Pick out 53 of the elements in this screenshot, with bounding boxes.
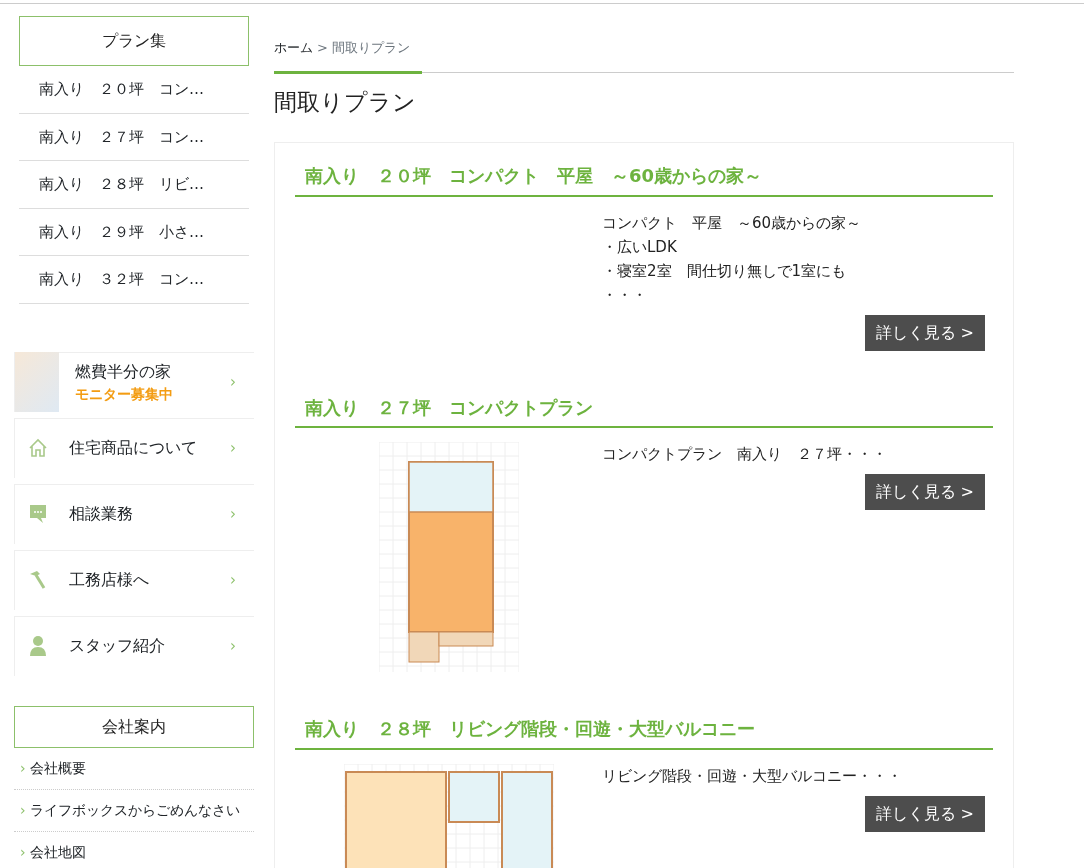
plan-link[interactable]: 南入り ２８坪 リビ… <box>19 161 249 209</box>
sidebar-banner[interactable]: スタッフ紹介 › <box>14 615 254 676</box>
chevron-icon: › <box>20 801 26 818</box>
plan-title: 南入り ２０坪 コンパクト 平屋 ～60歳からの家～ <box>295 159 993 197</box>
company-link[interactable]: › ライフボックスからごめんなさい <box>14 789 254 832</box>
chevron-icon: › <box>230 370 236 394</box>
plan-link[interactable]: 南入り ２７坪 コン… <box>19 113 249 161</box>
banner-title: 燃費半分の家 <box>75 360 172 383</box>
breadcrumb-link[interactable]: ホーム <box>274 40 313 55</box>
banner-title: 相談業務 <box>69 503 133 525</box>
plan-description: コンパクトプラン 南入り ２７坪・・・ <box>602 444 888 466</box>
plan-description: リビング階段・回遊・大型バルコニー・・・ <box>602 765 903 787</box>
details-button[interactable]: 詳しく見る > <box>864 314 985 351</box>
sidebar-banner[interactable]: 相談業務 › <box>14 483 254 544</box>
speech-bubble-icon <box>29 504 47 524</box>
house-icon <box>28 438 48 458</box>
chevron-icon: › <box>20 843 26 860</box>
plan-description: ・広いLDK <box>602 236 678 258</box>
chevron-icon: › <box>20 759 26 776</box>
plan-link[interactable]: 南入り ３２坪 コン… <box>19 256 249 304</box>
chevron-icon: › <box>230 436 236 460</box>
person-icon <box>29 635 47 657</box>
sidebar-banner[interactable]: 工務店様へ › <box>14 549 254 610</box>
link-text: ライフボックスからごめんなさい <box>29 801 240 818</box>
plan-link[interactable]: 南入り ２９坪 小さ… <box>19 208 249 256</box>
link-text: 会社地図 <box>29 843 86 860</box>
plan-description: ・・・ <box>602 284 648 306</box>
company-link[interactable]: › 会社概要 <box>14 747 254 790</box>
photo-placeholder <box>15 352 59 412</box>
breadcrumb-current: 間取りプラン <box>331 40 410 55</box>
hammer-icon <box>29 570 47 590</box>
sidebar-heading: プラン集 <box>19 16 249 66</box>
chevron-icon: › <box>230 634 236 658</box>
chevron-icon: › <box>230 502 236 526</box>
details-button[interactable]: 詳しく見る > <box>864 795 985 832</box>
banner-title: 住宅商品について <box>69 437 197 459</box>
details-button[interactable]: 詳しく見る > <box>864 474 985 511</box>
banner-title: 工務店様へ <box>69 569 149 591</box>
plan-title: 南入り ２７坪 コンパクトプラン <box>295 390 993 429</box>
banner-title: スタッフ紹介 <box>69 635 165 657</box>
breadcrumb-separator: > <box>317 40 328 55</box>
company-link[interactable]: › 会社地図 <box>14 831 254 868</box>
chevron-icon: › <box>230 568 236 592</box>
link-text: 会社概要 <box>29 759 86 776</box>
page-title: 間取りプラン <box>274 88 417 117</box>
plan-title: 南入り ２８坪 リビング階段・回遊・大型バルコニー <box>295 712 993 750</box>
sidebar-banner[interactable]: 燃費半分の家 モニター募集中 › <box>14 351 254 412</box>
sidebar-heading: 会社案内 <box>14 705 254 748</box>
sidebar-banner[interactable]: 住宅商品について › <box>14 417 254 478</box>
plan-description: ・寝室2室 間仕切り無しで1室にも <box>602 260 848 282</box>
plan-description: コンパクト 平屋 ～60歳からの家～ <box>602 212 863 234</box>
plan-link[interactable]: 南入り ２０坪 コン… <box>19 66 249 114</box>
banner-subtitle: モニター募集中 <box>75 384 173 404</box>
